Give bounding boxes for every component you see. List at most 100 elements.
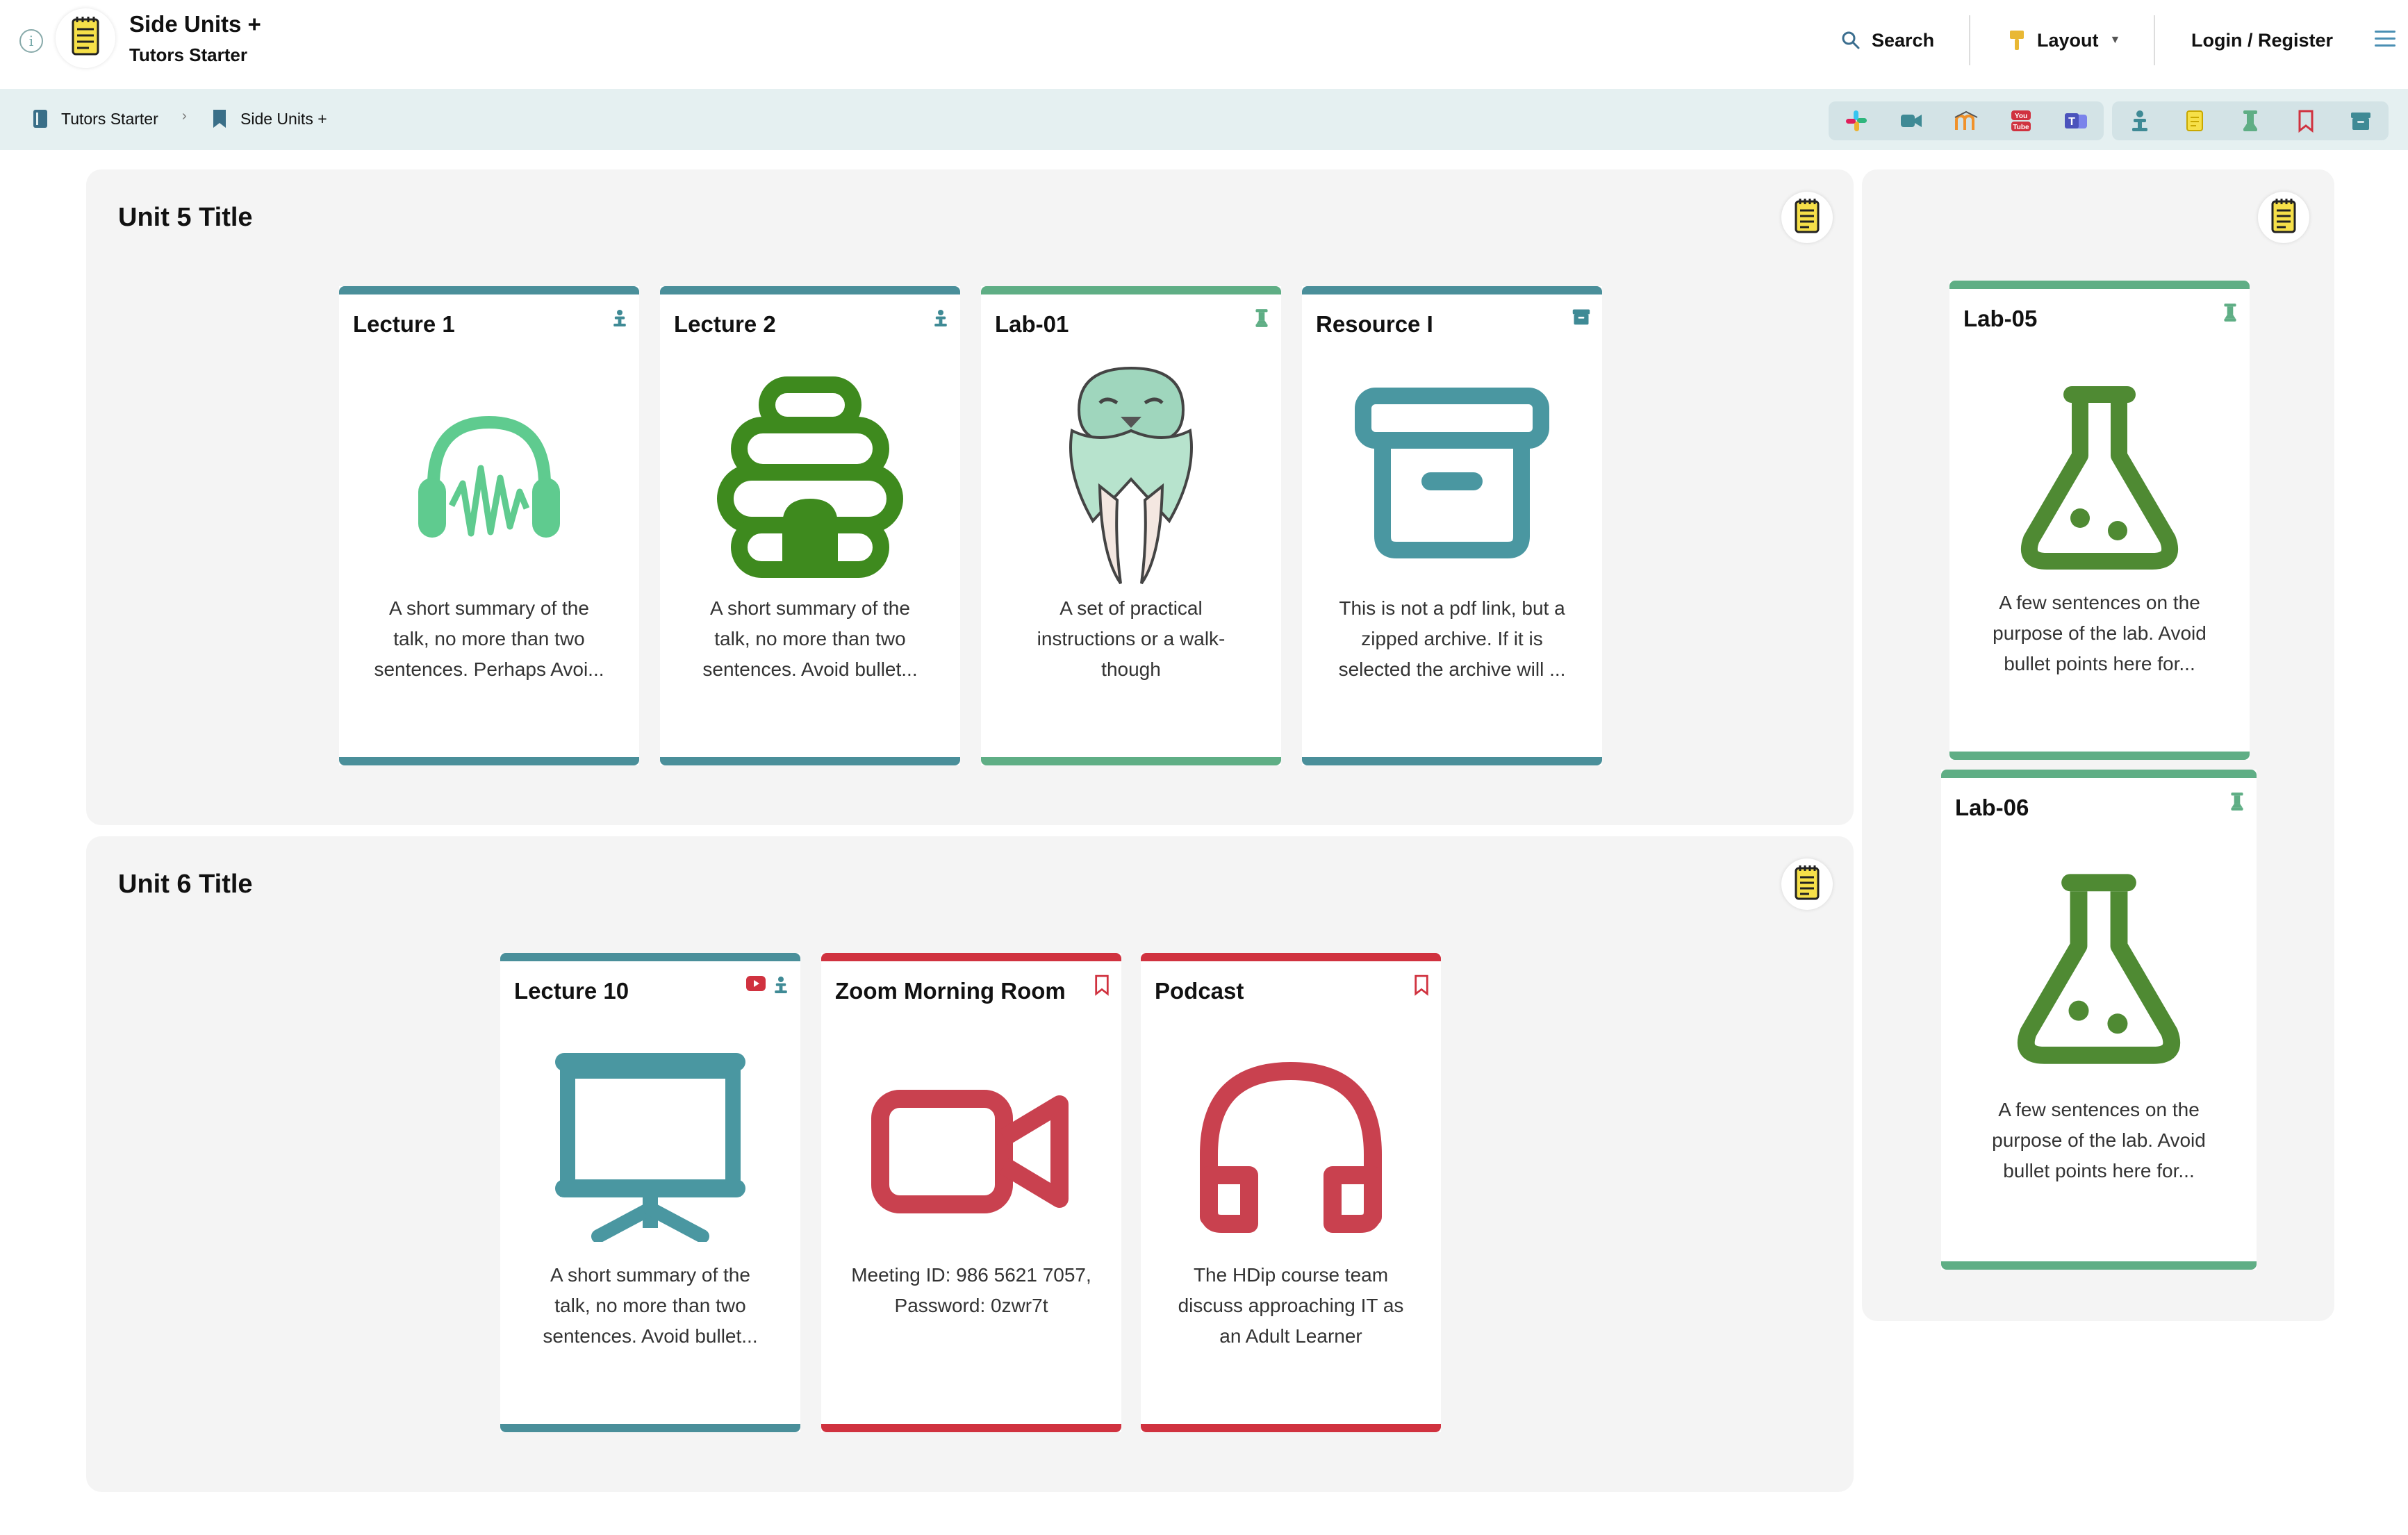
app-logo[interactable]	[56, 8, 115, 68]
card-summary: A short summary of the talk, no more tha…	[374, 597, 604, 680]
info-icon[interactable]: i	[19, 29, 43, 53]
card-top-bar	[1949, 281, 2250, 289]
chevron-down-icon: ▼	[2109, 34, 2121, 46]
card-title: Lab-05	[1963, 306, 2038, 331]
breadcrumb-label: Side Units +	[240, 109, 327, 128]
notepad-icon	[1795, 199, 1820, 233]
svg-text:T: T	[2068, 116, 2075, 128]
bookmark-icon	[1095, 974, 1109, 996]
archive-card[interactable]: Resource I This is not a pdf link, but a…	[1302, 286, 1602, 765]
headphones-icon	[1200, 1061, 1382, 1233]
breadcrumb-separator-icon: ›	[182, 108, 187, 124]
breadcrumb-item-unit[interactable]: Side Units +	[211, 108, 327, 129]
card-top-bar	[660, 286, 960, 294]
card-title: Resource I	[1316, 311, 1433, 337]
lecture-icon	[775, 977, 787, 993]
card-summary: A few sentences on the purpose of the la…	[1992, 1099, 2206, 1181]
unit-notes-button[interactable]	[1781, 192, 1833, 243]
moodle-icon[interactable]	[1954, 108, 1979, 133]
search-button[interactable]: Search	[1841, 26, 1934, 54]
card-top-bar	[500, 953, 800, 961]
presentation-board-icon	[555, 1053, 745, 1242]
zoom-room-card[interactable]: Zoom Morning Room Meeting ID: 986 5621 7…	[821, 953, 1121, 1432]
layout-button[interactable]: Layout ▼	[2008, 26, 2120, 54]
search-label: Search	[1872, 29, 1935, 51]
notepad-icon	[1795, 865, 1820, 900]
card-top-bar	[981, 286, 1281, 294]
flask-icon	[2020, 386, 2179, 570]
unit-panel: Unit 5 Title Lecture 1 A short summary o…	[86, 169, 1854, 825]
svg-text:Tube: Tube	[2013, 124, 2030, 131]
card-bottom-bar	[821, 1424, 1121, 1432]
svg-text:You: You	[2015, 113, 2027, 120]
card-title: Podcast	[1155, 978, 1244, 1004]
video-icon[interactable]	[1899, 108, 1924, 133]
card-title: Lecture 1	[353, 311, 455, 337]
card-top-bar	[1302, 286, 1602, 294]
lab-card[interactable]: Lab-06 A few sentences on the purpose of…	[1941, 770, 2257, 1270]
note-icon[interactable]	[2182, 108, 2207, 133]
lecture-card[interactable]: Lecture 2 A short summary of the talk, n…	[660, 286, 960, 765]
card-bottom-bar	[500, 1424, 800, 1432]
unit-notes-button[interactable]	[1781, 858, 1833, 910]
login-label: Login / Register	[2191, 29, 2334, 51]
slack-icon[interactable]	[1844, 108, 1869, 133]
headphones-waveform-icon	[418, 415, 560, 538]
bookmark-icon	[1415, 974, 1428, 996]
card-summary: A short summary of the talk, no more tha…	[543, 1264, 758, 1347]
side-unit-panel: Lab-05 A few sentences on the purpose of…	[1862, 169, 2334, 1321]
youtube-icon[interactable]: You Tube	[2009, 108, 2034, 133]
companion-toolbar: You Tube T	[1829, 101, 2104, 140]
bookmark-icon	[213, 110, 226, 128]
side-unit-notes-button[interactable]	[2258, 192, 2309, 243]
archive-icon[interactable]	[2348, 108, 2373, 133]
lab-card[interactable]: Lab-01 A set of practical instructions o…	[981, 286, 1281, 765]
bookmark-icon[interactable]	[2293, 108, 2318, 133]
card-summary: A few sentences on the purpose of the la…	[1993, 592, 2207, 674]
lecture-icon[interactable]	[2127, 108, 2152, 133]
card-title: Lab-01	[995, 311, 1069, 337]
youtube-icon	[746, 976, 766, 991]
lecture-card[interactable]: Lecture 1 A short summary of the talk, n…	[339, 286, 639, 765]
card-bottom-bar	[1141, 1424, 1441, 1432]
content-type-toolbar	[2112, 101, 2389, 140]
header-divider	[2154, 15, 2155, 65]
notepad-icon	[72, 17, 99, 56]
lecture-card[interactable]: Lecture 10 A short summary of the talk, …	[500, 953, 800, 1432]
course-title: Side Units +	[129, 11, 261, 37]
header-divider	[1969, 15, 1970, 65]
lab-icon	[2224, 304, 2236, 322]
search-icon	[1842, 31, 1860, 49]
card-title: Lecture 2	[674, 311, 776, 337]
card-top-bar	[1941, 770, 2257, 778]
walrus-icon	[1069, 366, 1193, 585]
lecture-icon	[613, 310, 626, 326]
lab-card[interactable]: Lab-05 A few sentences on the purpose of…	[1949, 281, 2250, 760]
beehive-icon	[717, 376, 903, 578]
flask-icon	[2017, 874, 2181, 1064]
card-summary: A set of practical instructions or a wal…	[1037, 597, 1226, 680]
card-top-bar	[1141, 953, 1441, 961]
card-bottom-bar	[981, 757, 1281, 765]
layout-label: Layout	[2037, 29, 2099, 51]
card-summary: Meeting ID: 986 5621 7057, Password: 0zw…	[851, 1264, 1091, 1316]
unit-panel: Unit 6 Title Lecture 10 A short summary …	[86, 836, 1854, 1492]
archive-box-icon	[1355, 388, 1549, 558]
menu-icon[interactable]	[2375, 31, 2395, 51]
card-title: Zoom Morning Room	[835, 978, 1066, 1004]
course-subtitle: Tutors Starter	[129, 44, 247, 65]
lab-icon[interactable]	[2238, 108, 2263, 133]
teams-icon[interactable]: T	[2063, 108, 2088, 133]
unit-title: Unit 6 Title	[118, 870, 253, 899]
card-title: Lab-06	[1955, 795, 2029, 820]
archive-icon	[1572, 309, 1590, 325]
lab-icon	[1255, 309, 1268, 327]
breadcrumb-item-course[interactable]: Tutors Starter	[32, 108, 158, 129]
card-bottom-bar	[1949, 752, 2250, 760]
card-bottom-bar	[660, 757, 960, 765]
card-summary: A short summary of the talk, no more tha…	[702, 597, 918, 680]
lecture-icon	[934, 310, 947, 326]
login-register-button[interactable]: Login / Register	[2191, 26, 2333, 54]
podcast-card[interactable]: Podcast The HDip course team discuss app…	[1141, 953, 1441, 1432]
card-top-bar	[339, 286, 639, 294]
